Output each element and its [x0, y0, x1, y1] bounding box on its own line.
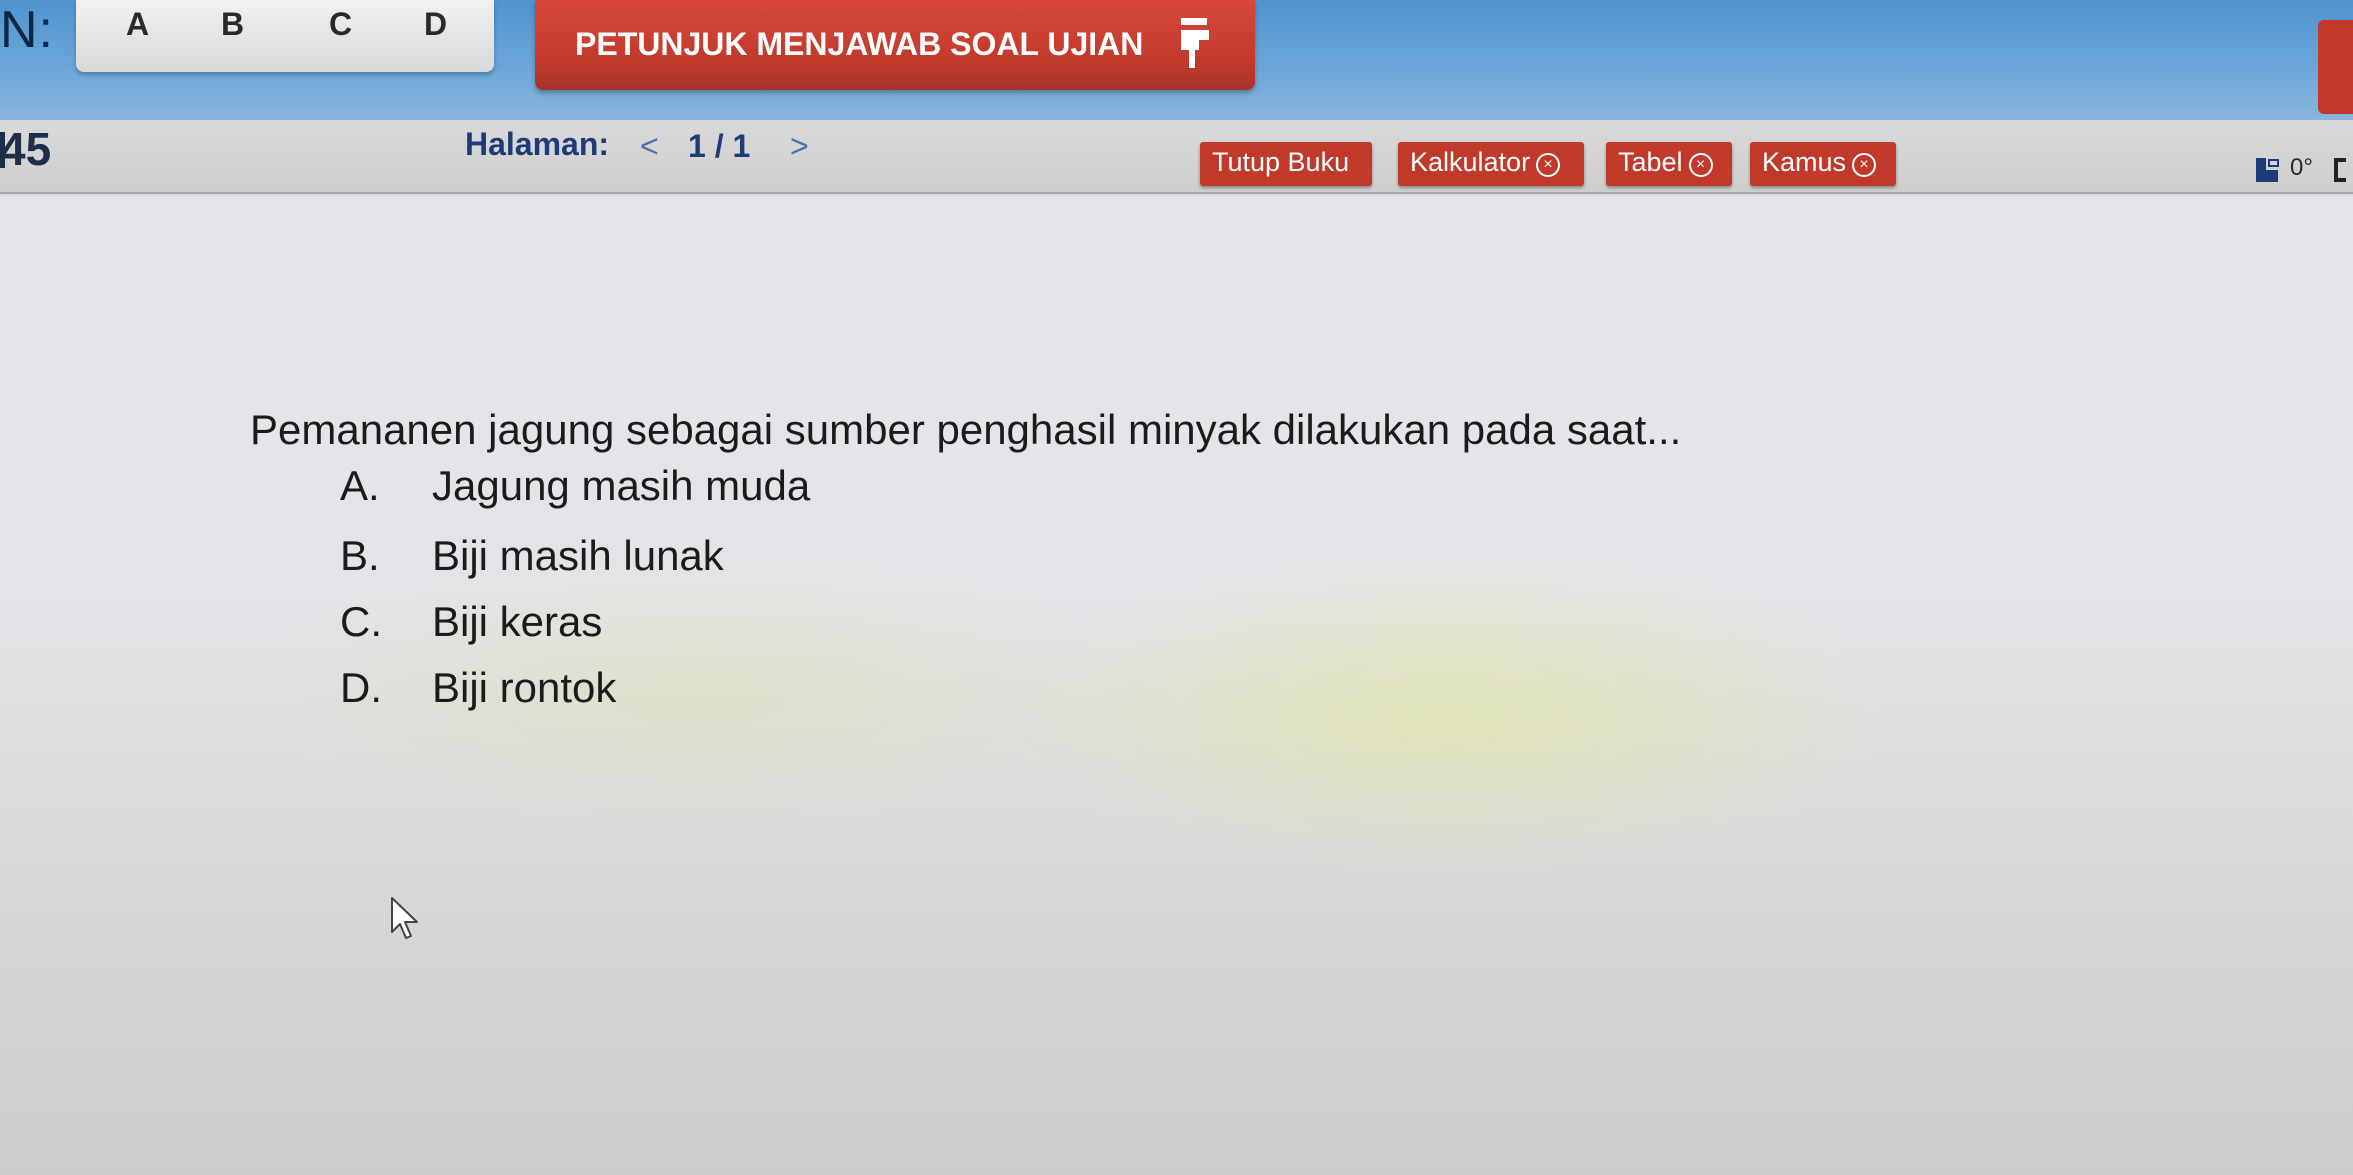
option-b[interactable]: B. Biji masih lunak — [340, 532, 724, 580]
page-indicator: 1 / 1 — [688, 128, 751, 164]
kalkulator-button[interactable]: Kalkulator × — [1398, 142, 1584, 186]
tutup-buku-label: Tutup Buku — [1212, 147, 1350, 177]
halaman-label: Halaman: — [465, 126, 610, 162]
answer-letter-c[interactable]: C — [329, 6, 352, 43]
option-c[interactable]: C. Biji keras — [340, 598, 602, 646]
answer-letter-b[interactable]: B — [221, 6, 244, 43]
top-bar: N: A B C D PETUNJUK MENJAWAB SOAL UJIAN — [0, 0, 2353, 125]
tabel-label: Tabel — [1618, 147, 1683, 177]
answer-letters-panel: A B C D — [76, 0, 494, 72]
tutup-buku-button[interactable]: Tutup Buku — [1200, 142, 1372, 186]
option-letter: A. — [340, 462, 380, 509]
option-text: Biji rontok — [432, 664, 617, 711]
zoom-indicator: 0° — [2290, 154, 2313, 181]
settings-icon[interactable] — [2330, 156, 2348, 184]
next-page-button[interactable]: > — [790, 128, 809, 165]
finger-pointer-icon — [1181, 18, 1209, 68]
question-text: Pemananen jagung sebagai sumber penghasi… — [250, 406, 1682, 453]
option-d[interactable]: D. Biji rontok — [340, 664, 616, 712]
option-text: Biji masih lunak — [432, 532, 724, 579]
kalkulator-label: Kalkulator — [1410, 147, 1531, 177]
nomor-label: N: — [0, 1, 54, 59]
close-icon[interactable]: × — [1536, 153, 1561, 177]
petunjuk-label: PETUNJUK MENJAWAB SOAL UJIAN — [575, 26, 1144, 62]
mouse-cursor-icon — [391, 897, 418, 939]
option-letter: D. — [340, 664, 382, 711]
screen-toggle-icon[interactable] — [2254, 156, 2280, 184]
petunjuk-button[interactable]: PETUNJUK MENJAWAB SOAL UJIAN — [535, 0, 1255, 90]
prev-page-button[interactable]: < — [640, 128, 659, 165]
question-number: 45 — [0, 123, 52, 175]
option-letter: C. — [340, 598, 382, 645]
option-text: Jagung masih muda — [432, 462, 811, 509]
close-icon[interactable]: × — [1852, 153, 1877, 177]
kamus-button[interactable]: Kamus × — [1750, 142, 1896, 186]
option-letter: B. — [340, 532, 380, 579]
answer-letter-a[interactable]: A — [126, 6, 149, 43]
option-text: Biji keras — [432, 598, 603, 645]
tabel-button[interactable]: Tabel × — [1606, 142, 1732, 186]
question-area: Pemananen jagung sebagai sumber penghasi… — [0, 196, 2353, 1175]
answer-letter-d[interactable]: D — [424, 6, 447, 43]
option-a[interactable]: A. Jagung masih muda — [340, 462, 810, 510]
toolbar: 45 Halaman: < 1 / 1 > Tutup Buku Kalkula… — [0, 120, 2353, 194]
side-red-tab[interactable] — [2318, 20, 2353, 114]
close-icon[interactable]: × — [1688, 153, 1713, 177]
kamus-label: Kamus — [1762, 147, 1847, 177]
